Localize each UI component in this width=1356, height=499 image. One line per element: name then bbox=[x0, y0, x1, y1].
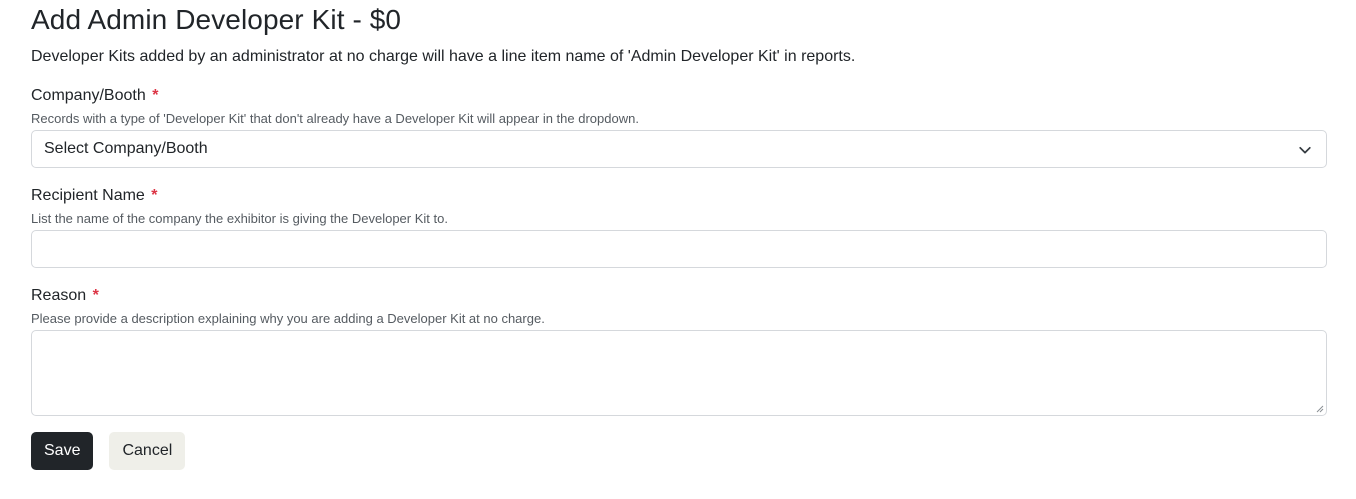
page-intro: Developer Kits added by an administrator… bbox=[31, 48, 856, 65]
required-marker: * bbox=[92, 287, 99, 304]
company-booth-field: Company/Booth * Records with a type of '… bbox=[31, 85, 1327, 168]
reason-help: Please provide a description explaining … bbox=[31, 311, 545, 326]
reason-field: Reason * Please provide a description ex… bbox=[31, 285, 1327, 416]
reason-textarea[interactable] bbox=[31, 330, 1327, 416]
recipient-name-label-text: Recipient Name bbox=[31, 187, 145, 204]
company-booth-help: Records with a type of 'Developer Kit' t… bbox=[31, 111, 639, 126]
required-marker: * bbox=[152, 87, 159, 104]
company-booth-label: Company/Booth * bbox=[31, 85, 1327, 107]
save-button[interactable]: Save bbox=[31, 432, 94, 470]
page-title: Add Admin Developer Kit - $0 bbox=[31, 4, 402, 35]
admin-developer-kit-form-page: Add Admin Developer Kit - $0 Developer K… bbox=[0, 0, 1356, 499]
cancel-button[interactable]: Cancel bbox=[109, 432, 186, 470]
required-marker: * bbox=[151, 187, 158, 204]
company-booth-label-text: Company/Booth bbox=[31, 87, 146, 104]
company-booth-select[interactable]: Select Company/Booth bbox=[31, 130, 1327, 168]
company-booth-selected-value: Select Company/Booth bbox=[44, 140, 208, 157]
resize-grip-icon[interactable] bbox=[1316, 405, 1324, 413]
recipient-name-input[interactable] bbox=[31, 230, 1327, 268]
recipient-name-field: Recipient Name * List the name of the co… bbox=[31, 185, 1327, 268]
recipient-name-label: Recipient Name * bbox=[31, 185, 1327, 207]
reason-label: Reason * bbox=[31, 285, 1327, 307]
chevron-down-icon bbox=[1299, 146, 1311, 154]
reason-label-text: Reason bbox=[31, 287, 87, 304]
form-actions: Save Cancel bbox=[31, 432, 1327, 470]
recipient-name-help: List the name of the company the exhibit… bbox=[31, 211, 448, 226]
